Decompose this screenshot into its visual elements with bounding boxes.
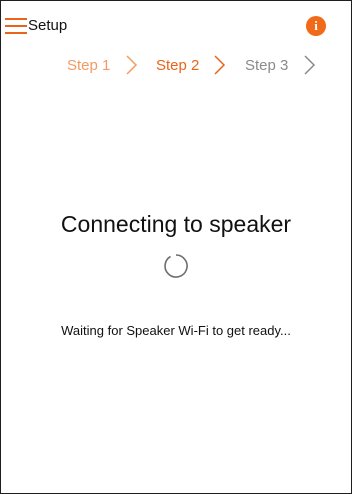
chevron-right-icon	[214, 55, 226, 75]
step-1-label: Step 1	[67, 57, 111, 74]
menu-icon[interactable]	[5, 16, 27, 36]
status-message: Waiting for Speaker Wi-Fi to get ready..…	[61, 323, 291, 338]
connecting-heading: Connecting to speaker	[60, 211, 292, 237]
chevron-right-icon	[126, 55, 138, 75]
page-title: Setup	[28, 17, 68, 34]
step-3-label: Step 3	[245, 57, 289, 74]
loading-spinner-icon	[164, 254, 188, 278]
chevron-right-icon	[304, 55, 316, 75]
step-indicator: Step 1 Step 2 Step 3	[1, 51, 351, 79]
app-header: Setup i	[1, 1, 351, 51]
step-2-label: Step 2	[156, 57, 200, 74]
setup-screen: Setup i Step 1 Step 2 Step 3 Connecting …	[0, 0, 352, 494]
info-icon[interactable]: i	[306, 16, 326, 36]
